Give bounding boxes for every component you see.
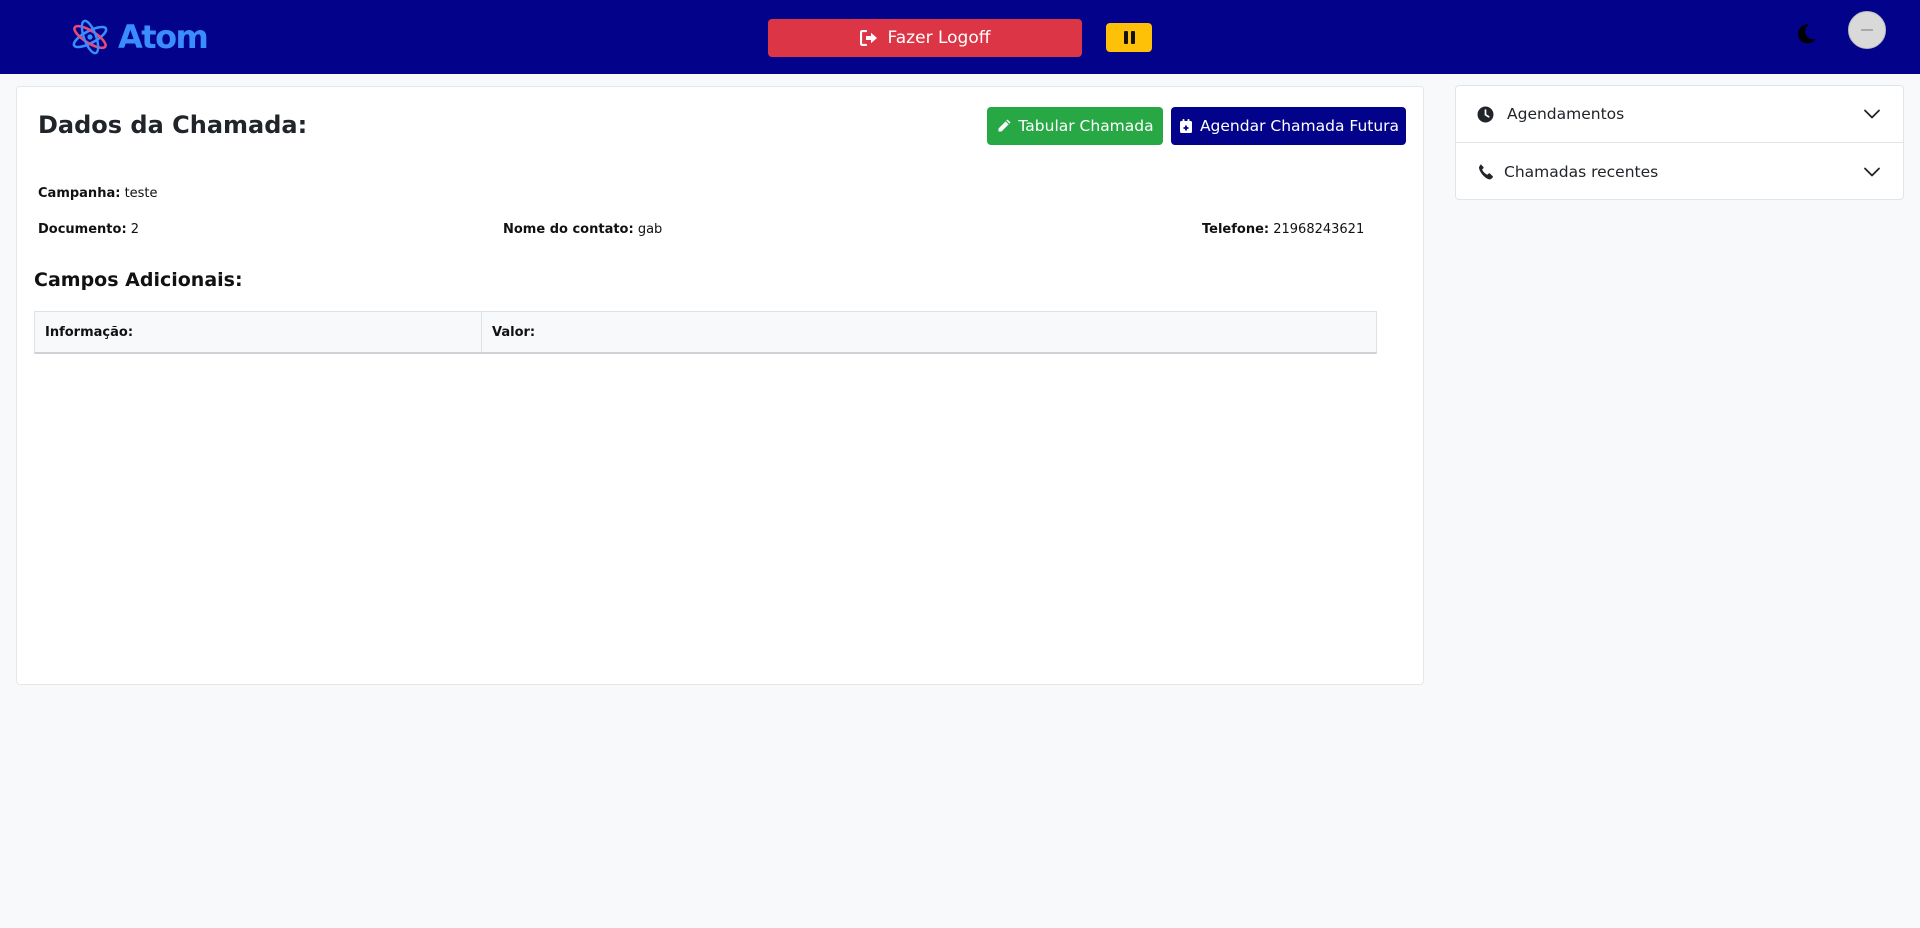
- campos-adicionais-title: Campos Adicionais:: [34, 269, 243, 291]
- accordion-item-agendamentos[interactable]: Agendamentos: [1456, 86, 1903, 143]
- tabular-chamada-button[interactable]: Tabular Chamada: [987, 107, 1163, 145]
- nome-contato-value: gab: [637, 222, 663, 237]
- calendar-plus-icon: [1179, 119, 1192, 133]
- agendar-chamada-label: Agendar Chamada Futura: [1199, 117, 1400, 135]
- campanha-label: Campanha:: [38, 186, 121, 201]
- table-header-informacao: Informação:: [35, 312, 482, 352]
- documento-field: Documento: 2: [38, 222, 139, 237]
- atom-logo-icon: [72, 19, 108, 55]
- campanha-value: teste: [124, 186, 158, 201]
- call-data-card: Dados da Chamada: Tabular Chamada Agenda…: [16, 86, 1424, 685]
- nome-contato-field: Nome do contato: gab: [503, 222, 662, 237]
- chevron-down-icon: [1864, 167, 1880, 176]
- sign-out-icon: [859, 30, 877, 46]
- sidebar-accordion: Agendamentos Chamadas recentes: [1455, 85, 1904, 200]
- logoff-button[interactable]: Fazer Logoff: [768, 19, 1082, 57]
- agendar-chamada-button[interactable]: Agendar Chamada Futura: [1171, 107, 1406, 145]
- pause-button[interactable]: [1106, 23, 1152, 52]
- phone-icon: [1478, 164, 1493, 180]
- logo-text: Atom: [118, 18, 209, 56]
- telefone-field: Telefone: 21968243621: [1202, 222, 1364, 237]
- pencil-icon: [998, 119, 1011, 132]
- telefone-value: 21968243621: [1273, 222, 1365, 237]
- documento-label: Documento:: [38, 222, 127, 237]
- campos-adicionais-table: Informação: Valor:: [34, 311, 1377, 354]
- logoff-label: Fazer Logoff: [887, 28, 991, 48]
- clock-icon: [1477, 106, 1494, 122]
- atom-logo[interactable]: Atom: [70, 16, 209, 58]
- tabular-chamada-label: Tabular Chamada: [1018, 117, 1154, 135]
- nome-contato-label: Nome do contato:: [503, 222, 634, 237]
- chamadas-recentes-label: Chamadas recentes: [1504, 162, 1659, 181]
- user-avatar[interactable]: [1848, 11, 1886, 49]
- page-title: Dados da Chamada:: [38, 111, 308, 139]
- telefone-label: Telefone:: [1202, 222, 1270, 237]
- documento-value: 2: [130, 222, 140, 237]
- accordion-item-chamadas-recentes[interactable]: Chamadas recentes: [1456, 143, 1903, 200]
- top-navbar: Atom Fazer Logoff: [0, 0, 1920, 74]
- campanha-field: Campanha: teste: [38, 186, 158, 201]
- pause-icon: [1123, 31, 1128, 44]
- moon-icon[interactable]: [1794, 22, 1818, 46]
- agendamentos-label: Agendamentos: [1507, 105, 1625, 123]
- chevron-down-icon: [1864, 109, 1880, 119]
- table-header-valor: Valor:: [492, 324, 536, 340]
